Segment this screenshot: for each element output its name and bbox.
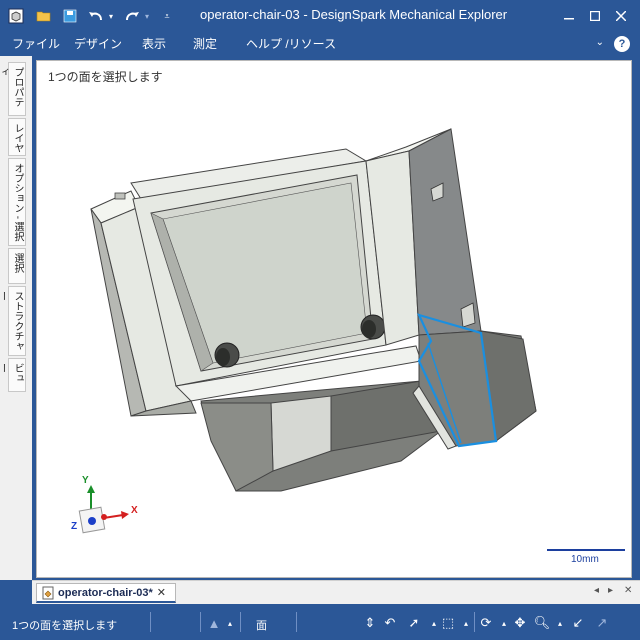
status-separator: [296, 612, 297, 632]
status-message: 1つの面を選択します: [12, 620, 118, 632]
tab-list-icon[interactable]: ✕: [624, 585, 632, 596]
status-separator: [240, 612, 241, 632]
scale-bar-label: 10mm: [571, 554, 599, 565]
menu-display[interactable]: 表示: [142, 35, 166, 52]
cad-model[interactable]: [37, 61, 632, 578]
tab-scroll-right-icon[interactable]: ▸: [608, 585, 613, 596]
menu-measure[interactable]: 測定: [193, 35, 217, 52]
side-panel-tabs: プロパティ レイヤ オプション - 選択 選択 ストラクチャー ビュー: [0, 56, 32, 580]
orbit-dropdown-icon[interactable]: ▴: [496, 615, 512, 631]
open-icon[interactable]: [34, 6, 54, 26]
minimize-button[interactable]: [558, 6, 580, 26]
status-bar: 1つの面を選択します ▲ ▴ 面 ⇕ ↶ ➚ ▴ ⬚ ▴ ⟳ ▴ ✥ 🔍︎ ▴ …: [0, 604, 640, 640]
tab-selection-options[interactable]: オプション - 選択: [8, 158, 26, 246]
maximize-button[interactable]: [584, 6, 606, 26]
select-pointer-icon[interactable]: ➚: [406, 615, 422, 631]
previous-view-icon[interactable]: ↙: [570, 615, 586, 631]
document-tab-label: operator-chair-03*: [58, 586, 153, 599]
window-title: operator-chair-03 - DesignSpark Mechanic…: [200, 7, 508, 22]
zoom-icon[interactable]: 🔍︎: [534, 615, 551, 631]
axis-z-label: Z: [71, 521, 78, 532]
document-tab[interactable]: operator-chair-03* ✕: [36, 583, 176, 603]
axis-triad[interactable]: [78, 485, 129, 534]
ribbon-collapse-icon[interactable]: ⌄: [596, 37, 604, 48]
axis-y-label: Y: [82, 475, 89, 486]
pan-icon[interactable]: ✥: [512, 615, 528, 631]
undo-icon[interactable]: [86, 6, 106, 26]
redo-icon[interactable]: [122, 6, 142, 26]
title-bar: ▾ ▾ ⩡ operator-chair-03 - DesignSpark Me…: [0, 0, 640, 32]
app-icon[interactable]: [6, 6, 26, 26]
menu-bar: ファイル デザイン 表示 測定 ヘルプ /リソース ⌄ ?: [0, 32, 640, 56]
status-separator: [150, 612, 151, 632]
zoom-dropdown-icon[interactable]: ▴: [552, 615, 568, 631]
save-icon[interactable]: [60, 6, 80, 26]
selection-filter-label[interactable]: 面: [256, 617, 267, 633]
spin-icon[interactable]: ⇕: [362, 615, 378, 631]
tab-structure[interactable]: ストラクチャー: [0, 286, 26, 356]
close-button[interactable]: [610, 6, 632, 26]
menu-file[interactable]: ファイル: [12, 35, 60, 52]
tab-scroll-left-icon[interactable]: ◂: [594, 585, 599, 596]
box-select-icon[interactable]: ⬚: [440, 615, 456, 631]
status-separator: [200, 612, 201, 632]
box-select-dropdown-icon[interactable]: ▴: [458, 615, 474, 631]
undo-dropdown-icon[interactable]: ▾: [106, 6, 116, 26]
menu-help-resources[interactable]: ヘルプ /リソース: [246, 35, 336, 52]
orbit-icon[interactable]: ⟳: [478, 615, 494, 631]
select-undo-icon[interactable]: ↶: [382, 615, 398, 631]
tab-layers[interactable]: レイヤ: [8, 118, 26, 156]
tab-views[interactable]: ビュー: [0, 358, 26, 392]
model-viewport[interactable]: 1つの面を選択します Y X Z 10mm: [36, 60, 632, 578]
tab-selection[interactable]: 選択: [8, 248, 26, 284]
filter-dropdown-icon[interactable]: ▴: [222, 615, 238, 631]
app-window: ▾ ▾ ⩡ operator-chair-03 - DesignSpark Me…: [0, 0, 640, 640]
customize-icon[interactable]: ⩡: [160, 6, 174, 26]
document-tab-bar: operator-chair-03* ✕ ◂ ▸ ✕: [32, 580, 640, 604]
scale-bar: [547, 549, 625, 551]
close-tab-icon[interactable]: ✕: [157, 586, 166, 599]
next-view-icon[interactable]: ↗: [594, 615, 610, 631]
menu-design[interactable]: デザイン: [74, 35, 122, 52]
document-icon: [41, 586, 55, 600]
help-button[interactable]: ?: [614, 36, 630, 52]
pyramid-icon[interactable]: ▲: [206, 615, 222, 631]
axis-x-label: X: [131, 505, 138, 516]
redo-dropdown-icon[interactable]: ▾: [142, 6, 152, 26]
tab-properties[interactable]: プロパティ: [0, 62, 26, 116]
status-separator: [474, 612, 475, 632]
